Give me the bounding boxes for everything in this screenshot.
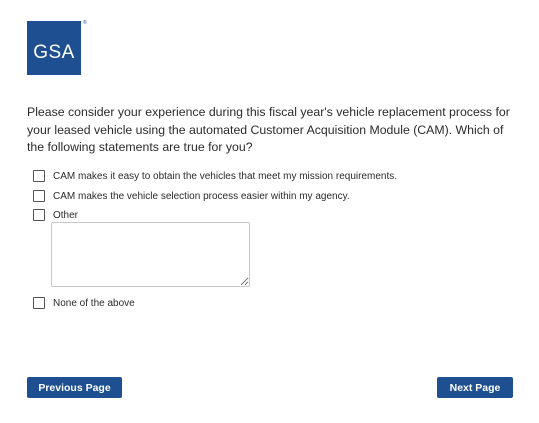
question-text: Please consider your experience during t…: [27, 105, 510, 154]
option-easier-selection-checkbox[interactable]: [33, 190, 45, 202]
option-easy-obtain-checkbox[interactable]: [33, 170, 45, 182]
option-easy-obtain[interactable]: CAM makes it easy to obtain the vehicles…: [33, 170, 397, 182]
gsa-logo-text: GSA: [33, 42, 75, 63]
option-other-label: Other: [53, 209, 79, 221]
option-other-checkbox[interactable]: [33, 209, 45, 221]
option-easier-selection-label: CAM makes the vehicle selection process …: [53, 190, 350, 202]
previous-page-button[interactable]: Previous Page: [27, 377, 122, 398]
option-none[interactable]: None of the above: [33, 297, 135, 309]
gsa-logo: GSA: [27, 21, 81, 75]
option-other[interactable]: Other: [33, 209, 78, 221]
option-none-label: None of the above: [53, 297, 135, 309]
option-easier-selection[interactable]: CAM makes the vehicle selection process …: [33, 190, 350, 202]
option-none-checkbox[interactable]: [33, 297, 45, 309]
other-text-field[interactable]: [51, 222, 250, 287]
option-easy-obtain-label: CAM makes it easy to obtain the vehicles…: [53, 170, 398, 182]
next-page-button[interactable]: Next Page: [437, 377, 513, 398]
registered-mark: ®: [83, 20, 87, 26]
